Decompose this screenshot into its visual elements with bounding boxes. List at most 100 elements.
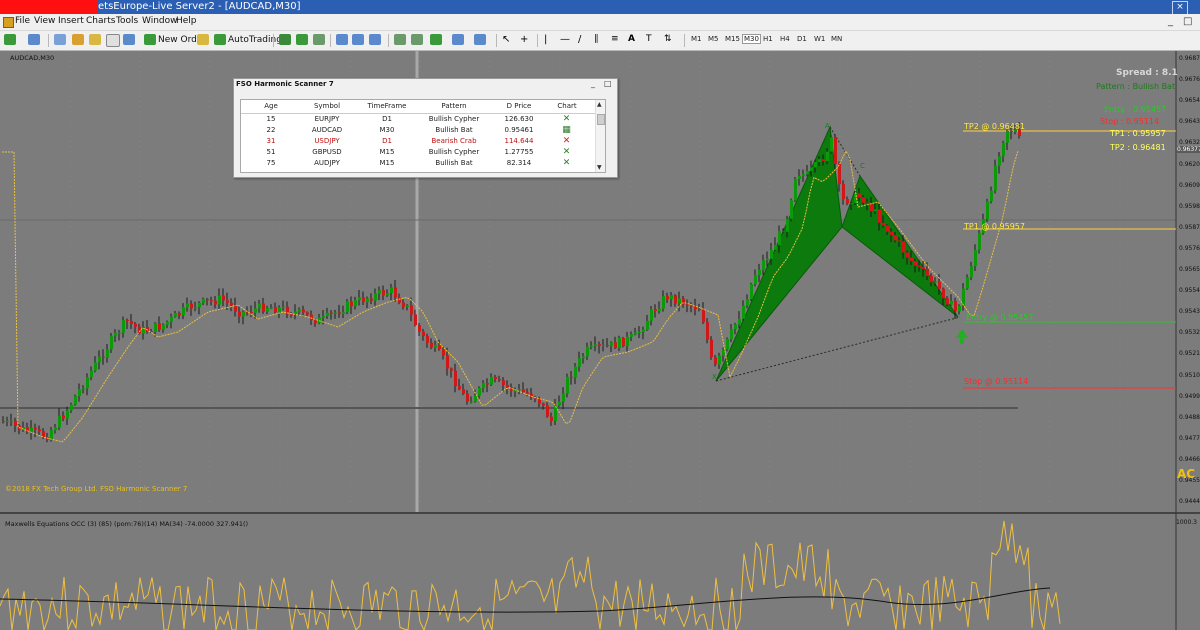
scanner-minimize-button[interactable]: _ xyxy=(591,79,595,88)
scanner-row[interactable]: 75 AUDJPY M15 Bullish Bat 82.314 ✕ xyxy=(241,158,597,169)
scanner-window[interactable]: FSO Harmonic Scanner 7 _ □ Age Symbol Ti… xyxy=(233,78,618,178)
candle-body xyxy=(118,332,121,334)
open-chart-icon[interactable]: ✕ xyxy=(562,115,571,124)
timeframe-h1[interactable]: H1 xyxy=(763,35,773,43)
menu-help[interactable]: Help xyxy=(176,16,197,26)
indicator-label: Maxwells Equations OCC (3) (85) (pom:76)… xyxy=(5,520,249,528)
timeframe-mn[interactable]: MN xyxy=(831,35,842,43)
vertical-line-icon[interactable]: | xyxy=(544,34,547,47)
window-close-button[interactable]: × xyxy=(1172,1,1188,14)
timeframe-m15[interactable]: M15 xyxy=(725,35,740,43)
bar-chart-icon[interactable] xyxy=(279,34,291,45)
price-axis-label: 0.95765 xyxy=(1179,244,1200,252)
row-symbol: EURJPY xyxy=(314,115,340,123)
candle-body xyxy=(130,321,133,324)
candle-body xyxy=(686,304,689,306)
price-axis-label: 0.94880 xyxy=(1179,413,1200,421)
scroll-down-icon[interactable]: ▼ xyxy=(597,164,602,171)
candle-body xyxy=(874,209,877,212)
chart-shift-icon[interactable] xyxy=(411,34,423,45)
periods-icon[interactable] xyxy=(452,34,464,45)
col-chart[interactable]: Chart xyxy=(551,102,583,110)
timeframe-m5[interactable]: M5 xyxy=(708,35,719,43)
scanner-row[interactable]: 31 USDJPY D1 Bearish Crab 114.644 ✕ xyxy=(241,136,597,147)
timeframe-m1[interactable]: M1 xyxy=(691,35,702,43)
arrows-icon[interactable]: ⇅ xyxy=(664,34,672,47)
candle-body xyxy=(922,266,925,269)
timeframe-h4[interactable]: H4 xyxy=(780,35,790,43)
price-axis: 0.968700.967600.965400.964300.963200.962… xyxy=(1176,51,1200,630)
open-chart-icon[interactable]: ▦ xyxy=(562,126,571,135)
candle-body xyxy=(546,405,549,417)
scroll-up-icon[interactable]: ▲ xyxy=(597,101,602,108)
candle-body xyxy=(302,309,305,313)
col-age[interactable]: Age xyxy=(249,102,293,110)
candle-body xyxy=(134,323,137,327)
text-tool-icon[interactable]: A xyxy=(628,34,635,47)
col-timeframe[interactable]: TimeFrame xyxy=(359,102,415,110)
cursor-icon[interactable]: ↖ xyxy=(502,34,510,47)
maximize-chart-button[interactable]: □ xyxy=(1183,16,1192,27)
tester-icon[interactable] xyxy=(123,34,135,45)
timeframe-w1[interactable]: W1 xyxy=(814,35,825,43)
candle-body xyxy=(746,299,749,306)
scroll-thumb[interactable] xyxy=(597,114,605,125)
scanner-row[interactable]: 22 AUDCAD M30 Bullish Bat 0.95461 ▦ xyxy=(241,125,597,136)
menu-view[interactable]: View xyxy=(34,16,55,26)
timeframe-m30[interactable]: M30 xyxy=(742,34,761,44)
menu-tools[interactable]: Tools xyxy=(116,16,138,26)
open-chart-icon[interactable]: ✕ xyxy=(562,159,571,168)
equidistant-channel-icon[interactable]: ∥ xyxy=(594,34,599,47)
open-chart-icon[interactable]: ✕ xyxy=(562,148,571,157)
scanner-row[interactable]: 51 GBPUSD M15 Bullish Cypher 1.27755 ✕ xyxy=(241,147,597,158)
tile-windows-icon[interactable] xyxy=(369,34,381,45)
menu-file[interactable]: File xyxy=(15,16,30,26)
open-chart-icon[interactable]: ✕ xyxy=(562,137,571,146)
candle-body xyxy=(174,313,177,317)
auto-scroll-icon[interactable] xyxy=(394,34,406,45)
candle-body xyxy=(954,300,957,312)
timeframe-d1[interactable]: D1 xyxy=(797,35,807,43)
autotrading-icon[interactable] xyxy=(214,34,226,45)
market-watch-icon[interactable] xyxy=(54,34,66,45)
scanner-row[interactable]: 15 EURJPY D1 Bullish Cypher 126.630 ✕ xyxy=(241,114,597,125)
candle-body xyxy=(402,302,405,307)
data-window-icon[interactable] xyxy=(72,34,84,45)
zoom-out-icon[interactable] xyxy=(352,34,364,45)
scanner-maximize-button[interactable]: □ xyxy=(604,79,612,88)
terminal-icon[interactable] xyxy=(106,34,120,47)
trendline-icon[interactable]: / xyxy=(578,34,581,47)
point-a-label: A xyxy=(825,122,830,130)
candle-body xyxy=(822,159,825,162)
navigator-icon[interactable] xyxy=(89,34,101,45)
crosshair-icon[interactable]: + xyxy=(520,34,528,47)
new-chart-icon[interactable] xyxy=(4,34,16,45)
col-dprice[interactable]: D Price xyxy=(489,102,549,110)
fibonacci-icon[interactable]: ≡ xyxy=(611,34,619,47)
scanner-scrollbar[interactable]: ▲ ▼ xyxy=(595,100,605,172)
candle-body xyxy=(474,395,477,402)
profiles-icon[interactable] xyxy=(28,34,40,45)
minimize-chart-button[interactable]: _ xyxy=(1168,16,1173,27)
candle-body xyxy=(934,281,937,283)
candle-body xyxy=(326,312,329,317)
menu-insert[interactable]: Insert xyxy=(58,16,84,26)
col-pattern[interactable]: Pattern xyxy=(419,102,489,110)
line-chart-icon[interactable] xyxy=(313,34,325,45)
zoom-in-icon[interactable] xyxy=(336,34,348,45)
candle-body xyxy=(190,303,193,309)
col-symbol[interactable]: Symbol xyxy=(299,102,355,110)
new-order-icon[interactable] xyxy=(144,34,156,45)
candle-body xyxy=(318,317,321,324)
candlestick-icon[interactable] xyxy=(296,34,308,45)
candle-body xyxy=(634,332,637,335)
row-pattern: Bullish Cypher xyxy=(428,148,480,156)
menu-charts[interactable]: Charts xyxy=(86,16,115,26)
templates-icon[interactable] xyxy=(474,34,486,45)
horizontal-line-icon[interactable]: — xyxy=(560,34,570,47)
label-tool-icon[interactable]: T xyxy=(646,34,652,47)
indicators-icon[interactable] xyxy=(430,34,442,45)
redacted-block xyxy=(0,0,98,14)
menu-window[interactable]: Window xyxy=(142,16,178,26)
metaeditor-icon[interactable] xyxy=(197,34,209,45)
